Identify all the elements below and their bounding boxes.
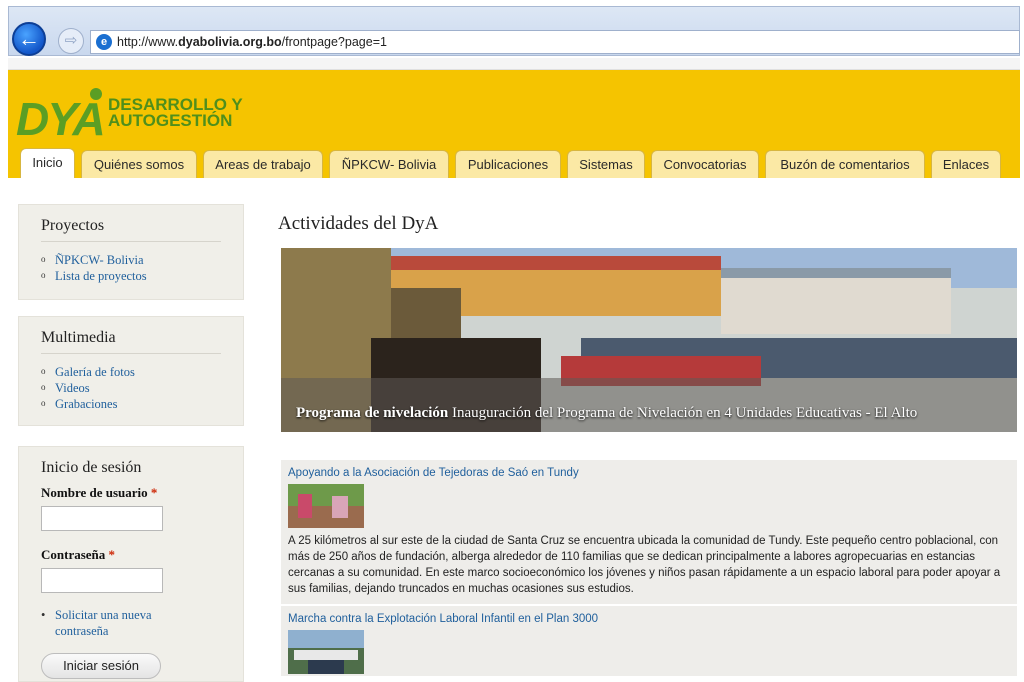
news-title-link[interactable]: Apoyando a la Asociación de Tejedoras de… <box>288 467 1017 479</box>
multimedia-title: Multimedia <box>41 329 221 354</box>
browser-strip <box>8 58 1020 70</box>
news-title-link[interactable]: Marcha contra la Explotación Laboral Inf… <box>288 613 1017 625</box>
tab-convocatorias[interactable]: Convocatorias <box>651 150 759 178</box>
multimedia-link-galeria[interactable]: Galería de fotos <box>41 363 243 380</box>
password-input[interactable] <box>41 568 163 593</box>
multimedia-list: Galería de fotos Videos Grabaciones <box>41 363 243 412</box>
logo-mark[interactable]: DYA <box>16 92 106 146</box>
login-title: Inicio de sesión <box>41 459 142 476</box>
url-domain: dyabolivia.org.bo <box>178 35 282 49</box>
project-link-npkcw[interactable]: ÑPKCW- Bolivia <box>41 251 243 268</box>
reset-link-line1: Solicitar una nueva <box>55 608 152 622</box>
page-title: Actividades del DyA <box>278 213 439 234</box>
login-block: Inicio de sesión Nombre de usuario * Con… <box>18 446 244 682</box>
news-item: Apoyando a la Asociación de Tejedoras de… <box>281 460 1017 604</box>
forward-arrow-icon[interactable]: ⇨ <box>58 28 84 54</box>
login-submit-button[interactable]: Iniciar sesión <box>41 653 161 679</box>
slideshow-caption[interactable]: Programa de nivelación Inauguración del … <box>296 405 917 422</box>
back-arrow-icon[interactable]: ← <box>12 22 46 56</box>
multimedia-block: Multimedia Galería de fotos Videos Graba… <box>18 316 244 426</box>
news-thumbnail[interactable] <box>288 630 364 674</box>
browser-chrome: ← ⇨ http://www.dyabolivia.org.bo/frontpa… <box>0 0 1024 72</box>
tab-enlaces[interactable]: Enlaces <box>931 150 1001 178</box>
required-mark: * <box>108 547 116 562</box>
caption-bold: Programa de nivelación <box>296 405 449 421</box>
reset-password-link[interactable]: Solicitar una nueva contraseña <box>41 607 243 639</box>
tab-quienes-somos[interactable]: Quiénes somos <box>81 150 197 178</box>
tab-inicio[interactable]: Inicio <box>20 148 75 178</box>
address-bar[interactable]: http://www.dyabolivia.org.bo/frontpage?p… <box>90 30 1020 54</box>
username-label: Nombre de usuario * <box>41 485 158 500</box>
tab-areas-de-trabajo[interactable]: Areas de trabajo <box>203 150 323 178</box>
tab-npkcw-bolivia[interactable]: ÑPKCW- Bolivia <box>329 150 449 178</box>
username-input[interactable] <box>41 506 163 531</box>
news-item: Marcha contra la Explotación Laboral Inf… <box>281 606 1017 676</box>
password-label: Contraseña * <box>41 547 116 562</box>
reset-link-line2: contraseña <box>55 624 109 638</box>
multimedia-link-grabaciones[interactable]: Grabaciones <box>41 395 243 412</box>
tab-sistemas[interactable]: Sistemas <box>567 150 645 178</box>
tab-publicaciones[interactable]: Publicaciones <box>455 150 561 178</box>
ie-page-icon: e <box>96 34 112 50</box>
required-mark: * <box>150 485 158 500</box>
news-thumbnail-photo <box>288 484 364 528</box>
news-thumbnail-photo <box>288 630 364 674</box>
url-path: /frontpage?page=1 <box>281 35 387 49</box>
project-link-lista[interactable]: Lista de proyectos <box>41 267 243 284</box>
tab-buzon-de-comentarios[interactable]: Buzón de comentarios <box>765 150 925 178</box>
news-body: A 25 kilómetros al sur este de la ciudad… <box>288 535 1001 595</box>
projects-title: Proyectos <box>41 217 221 242</box>
logo-line2: AUTOGESTIÓN <box>108 111 233 130</box>
news-thumbnail[interactable] <box>288 484 364 528</box>
logo-dot <box>90 88 102 100</box>
multimedia-link-videos[interactable]: Videos <box>41 379 243 396</box>
logo-text[interactable]: DESARROLLO Y AUTOGESTIÓN <box>108 96 243 130</box>
projects-block: Proyectos ÑPKCW- Bolivia Lista de proyec… <box>18 204 244 300</box>
caption-text: Inauguración del Programa de Nivelación … <box>448 405 918 421</box>
projects-list: ÑPKCW- Bolivia Lista de proyectos <box>41 251 243 284</box>
url-prefix: http://www. <box>117 35 179 49</box>
